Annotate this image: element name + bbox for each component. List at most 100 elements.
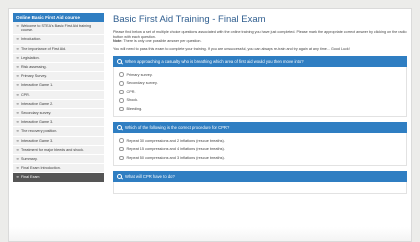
sidebar-item-game-2[interactable]: ➔ Interactive Game 2. xyxy=(13,99,104,110)
sidebar-item-cpr[interactable]: ➔ CPR. xyxy=(13,90,104,100)
radio-button[interactable] xyxy=(119,106,124,112)
intro-paragraph: Please find below a set of multiple choi… xyxy=(113,30,407,39)
sidebar-item-label: Secondary survey. xyxy=(21,111,52,116)
sidebar-item-label: Legislation. xyxy=(21,55,40,60)
question-text: Which of the following is the correct pr… xyxy=(125,125,230,131)
answer-label: Secondary survey. xyxy=(126,81,158,86)
intro-text: Please find below a set of multiple choi… xyxy=(113,30,407,44)
answer-option[interactable]: Primary survey. xyxy=(119,70,401,79)
sidebar-item-welcome[interactable]: ➔ Welcome to STEA's Basic First Aid train… xyxy=(13,22,104,36)
sidebar-item-label: Risk assessing. xyxy=(21,65,47,70)
sidebar-item-label: Primary Survey. xyxy=(21,74,47,79)
intro-text-2: You will need to pass this exam to compl… xyxy=(113,46,350,51)
arrow-icon: ➔ xyxy=(16,120,20,125)
answer-option[interactable]: Shock. xyxy=(119,96,401,105)
answer-label: Repeat 50 compressions and 3 inflations … xyxy=(126,155,225,160)
question-1: When approaching a casualty who is breat… xyxy=(113,56,407,118)
arrow-icon: ➔ xyxy=(16,74,20,79)
sidebar-item-label: Interactive Game 2. xyxy=(21,101,54,106)
sidebar-item-label: Interactive Game 3. xyxy=(21,138,54,143)
arrow-icon: ➔ xyxy=(16,138,20,143)
question-header: What will CPR have to do? xyxy=(113,171,407,183)
arrow-icon: ➔ xyxy=(16,92,20,97)
arrow-icon: ➔ xyxy=(16,101,20,106)
answer-option[interactable]: CPR. xyxy=(119,88,401,97)
arrow-icon: ➔ xyxy=(16,83,20,88)
sidebar-item-legislation[interactable]: ➔ Legislation. xyxy=(13,53,104,64)
sidebar-item-label: Treatment for major bleeds and shock. xyxy=(21,147,85,152)
sidebar-item-label: Summary. xyxy=(21,157,38,162)
answer-option[interactable]: Secondary survey. xyxy=(119,79,401,88)
note-text: There is only one possible answer per qu… xyxy=(122,39,202,44)
radio-button[interactable] xyxy=(119,146,124,152)
arrow-icon: ➔ xyxy=(16,65,20,70)
answer-option[interactable]: Repeat 30 compressions and 2 inflations … xyxy=(119,136,401,145)
arrow-icon: ➔ xyxy=(16,111,20,116)
answer-option[interactable]: Repeat 15 compressions and 4 inflations … xyxy=(119,145,401,154)
sidebar-item-summary[interactable]: ➔ Summary. xyxy=(13,155,104,165)
arrow-icon: ➔ xyxy=(16,166,20,171)
magnifier-icon xyxy=(117,59,122,65)
sidebar-item-game-1[interactable]: ➔ Interactive Game 1. xyxy=(13,81,104,91)
sidebar-nav: Online Basic First Aid course ➔ Welcome t… xyxy=(13,13,104,183)
sidebar-header: Online Basic First Aid course xyxy=(13,13,104,22)
sidebar-item-major-bleeds[interactable]: ➔ Treatment for major bleeds and shock. xyxy=(13,145,104,156)
page-title: Basic First Aid Training - Final Exam xyxy=(113,14,266,25)
sidebar-item-label: Final Exam xyxy=(21,175,40,180)
sidebar-item-label: Interactive Game 1. xyxy=(21,83,54,88)
sidebar-item-label: CPR. xyxy=(21,92,30,97)
question-options: Repeat 30 compressions and 2 inflations … xyxy=(113,133,407,167)
sidebar-item-primary-survey[interactable]: ➔ Primary Survey. xyxy=(13,72,104,82)
sidebar-item-recovery-position[interactable]: ➔ The recovery position. xyxy=(13,127,104,137)
question-text: What will CPR have to do? xyxy=(125,174,175,180)
question-3: What will CPR have to do? xyxy=(113,171,407,195)
answer-label: Primary survey. xyxy=(126,72,153,77)
answer-label: Shock. xyxy=(126,98,139,103)
sidebar-item-introduction[interactable]: ➔ Introduction. xyxy=(13,35,104,45)
sidebar-item-label: Interactive Game 3. xyxy=(21,120,54,125)
sidebar-item-game-3[interactable]: ➔ Interactive Game 3. xyxy=(13,118,104,128)
radio-button[interactable] xyxy=(119,81,124,86)
question-text: When approaching a casualty who is breat… xyxy=(125,59,304,65)
answer-label: CPR. xyxy=(126,89,136,94)
answer-option[interactable]: Bleeding. xyxy=(119,105,401,114)
question-options: Primary survey. Secondary survey. CPR. S… xyxy=(113,67,407,118)
answer-label: Bleeding. xyxy=(126,107,143,112)
arrow-icon: ➔ xyxy=(16,46,20,51)
answer-label: Repeat 15 compressions and 4 inflations … xyxy=(126,147,225,152)
sidebar-item-label: The recovery position. xyxy=(21,129,58,134)
sidebar-item-risk-assessing[interactable]: ➔ Risk assessing. xyxy=(13,63,104,73)
sidebar-item-final-exam[interactable]: ➔ Final Exam xyxy=(13,173,104,183)
bottom-fade xyxy=(9,227,411,241)
sidebar-item-secondary-survey[interactable]: ➔ Secondary survey. xyxy=(13,109,104,119)
sidebar-item-final-exam-intro[interactable]: ➔ Final Exam Introduction. xyxy=(13,164,104,174)
sidebar-item-label: Introduction. xyxy=(21,37,42,42)
arrow-icon: ➔ xyxy=(16,147,20,152)
radio-button[interactable] xyxy=(119,98,124,103)
arrow-icon: ➔ xyxy=(16,55,20,60)
question-options xyxy=(113,182,407,195)
magnifier-icon xyxy=(117,125,122,131)
radio-button[interactable] xyxy=(119,89,124,95)
app-window: Online Basic First Aid course ➔ Welcome t… xyxy=(8,8,412,242)
arrow-icon: ➔ xyxy=(16,24,20,28)
radio-button[interactable] xyxy=(119,72,124,77)
arrow-icon: ➔ xyxy=(16,175,20,180)
radio-button[interactable] xyxy=(119,138,124,143)
radio-button[interactable] xyxy=(119,155,124,161)
answer-label: Repeat 30 compressions and 2 inflations … xyxy=(126,138,225,143)
arrow-icon: ➔ xyxy=(16,129,20,134)
sidebar-item-game-3b[interactable]: ➔ Interactive Game 3. xyxy=(13,136,104,146)
sidebar-item-importance[interactable]: ➔ The importance of First Aid. xyxy=(13,44,104,54)
sidebar-item-label: The importance of First Aid. xyxy=(21,46,67,51)
arrow-icon: ➔ xyxy=(16,157,20,162)
sidebar-item-label: Welcome to STEA's Basic First Aid traini… xyxy=(21,24,92,33)
main-content: Basic First Aid Training - Final Exam Pl… xyxy=(113,13,407,195)
arrow-icon: ➔ xyxy=(16,37,20,42)
question-header: When approaching a casualty who is breat… xyxy=(113,56,407,68)
magnifier-icon xyxy=(117,174,122,180)
question-header: Which of the following is the correct pr… xyxy=(113,122,407,134)
sidebar-item-label: Final Exam Introduction. xyxy=(21,166,61,171)
question-2: Which of the following is the correct pr… xyxy=(113,122,407,167)
answer-option[interactable]: Repeat 50 compressions and 3 inflations … xyxy=(119,154,401,163)
